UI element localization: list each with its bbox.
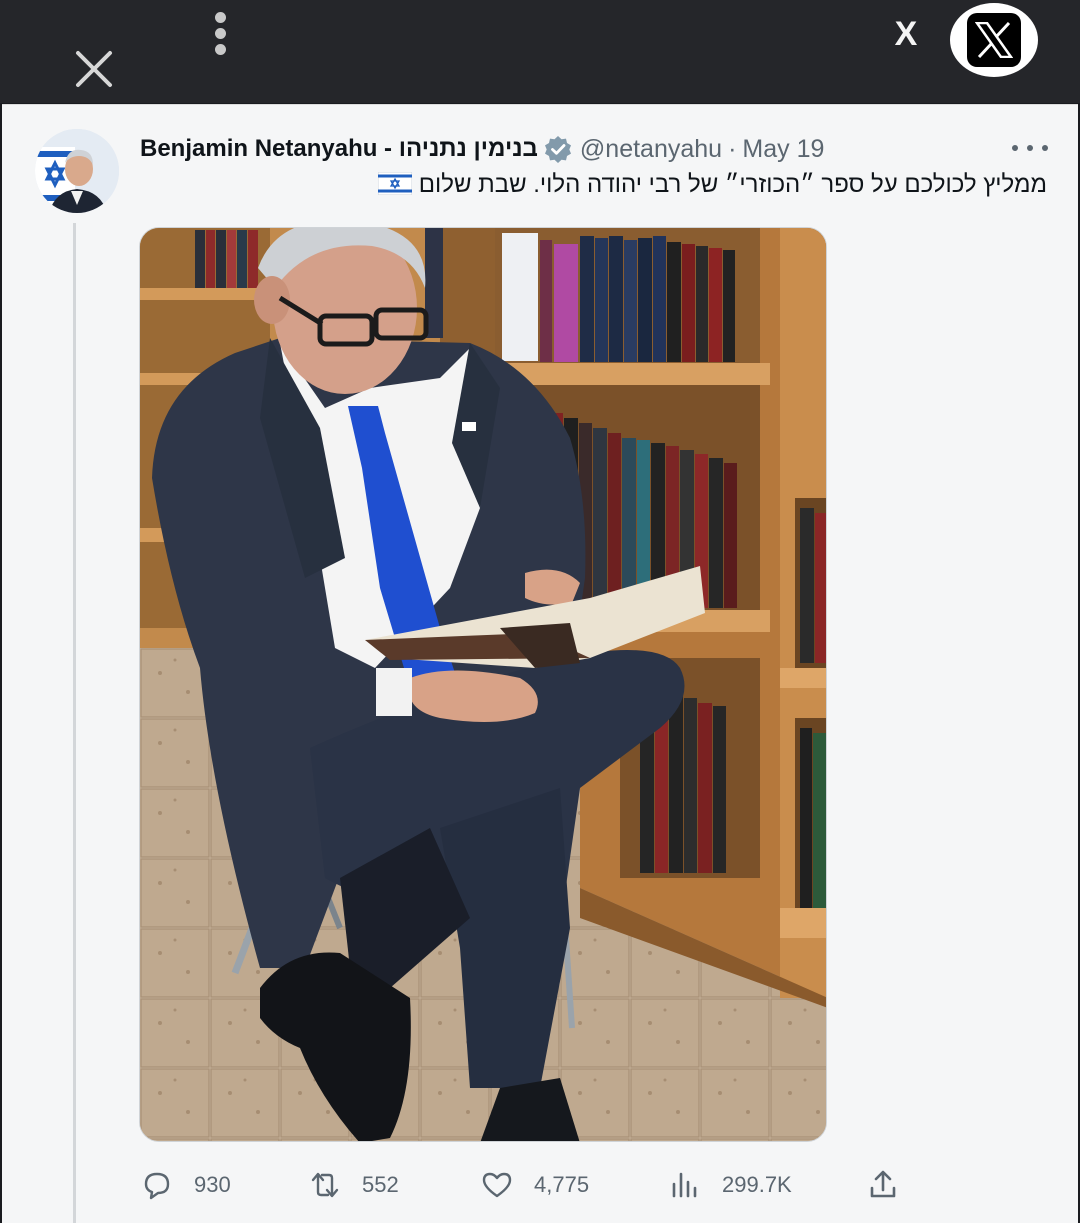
tweet-date[interactable]: May 19 — [742, 135, 824, 164]
vertical-dots-icon[interactable] — [212, 12, 228, 56]
tweet-actions: 930 552 4,775 299.7K — [140, 1161, 900, 1209]
thread-line — [73, 223, 76, 1223]
verified-badge-icon — [544, 135, 572, 163]
tweet-text-row: ממליץ לכולכם על ספר ״הכוזרי״ של רבי יהוד… — [302, 171, 1047, 211]
author-name[interactable]: Benjamin Netanyahu - בנימין נתניהו — [140, 135, 538, 163]
share-button[interactable] — [866, 1161, 900, 1209]
author-row: Benjamin Netanyahu - בנימין נתניהו @neta… — [140, 131, 824, 167]
tweet-card[interactable]: Benjamin Netanyahu - בנימין נתניהו @neta… — [2, 104, 1078, 1223]
repost-count: 552 — [362, 1172, 399, 1197]
x-text-button[interactable]: X — [884, 12, 928, 56]
reply-button[interactable]: 930 — [140, 1161, 231, 1209]
x-logo-icon[interactable] — [950, 3, 1038, 77]
reply-count: 930 — [194, 1172, 231, 1197]
more-options-icon[interactable] — [1012, 133, 1048, 163]
repost-button[interactable]: 552 — [308, 1161, 399, 1209]
separator: · — [728, 134, 737, 163]
views-icon — [668, 1168, 702, 1202]
like-button[interactable]: 4,775 — [480, 1161, 589, 1209]
views-count: 299.7K — [722, 1172, 792, 1197]
share-icon — [866, 1168, 900, 1202]
views-button[interactable]: 299.7K — [668, 1161, 792, 1209]
heart-icon — [480, 1168, 514, 1202]
tweet-photo[interactable] — [139, 227, 827, 1142]
reply-icon — [140, 1168, 174, 1202]
author-handle[interactable]: @netanyahu — [580, 135, 722, 164]
repost-icon — [308, 1168, 342, 1202]
top-bar: X — [0, 0, 1080, 103]
close-icon[interactable] — [72, 47, 116, 91]
tweet-text: ממליץ לכולכם על ספר ״הכוזרי״ של רבי יהוד… — [418, 171, 1047, 198]
like-count: 4,775 — [534, 1172, 590, 1197]
avatar[interactable] — [35, 129, 119, 213]
israel-flag-icon — [377, 171, 413, 196]
